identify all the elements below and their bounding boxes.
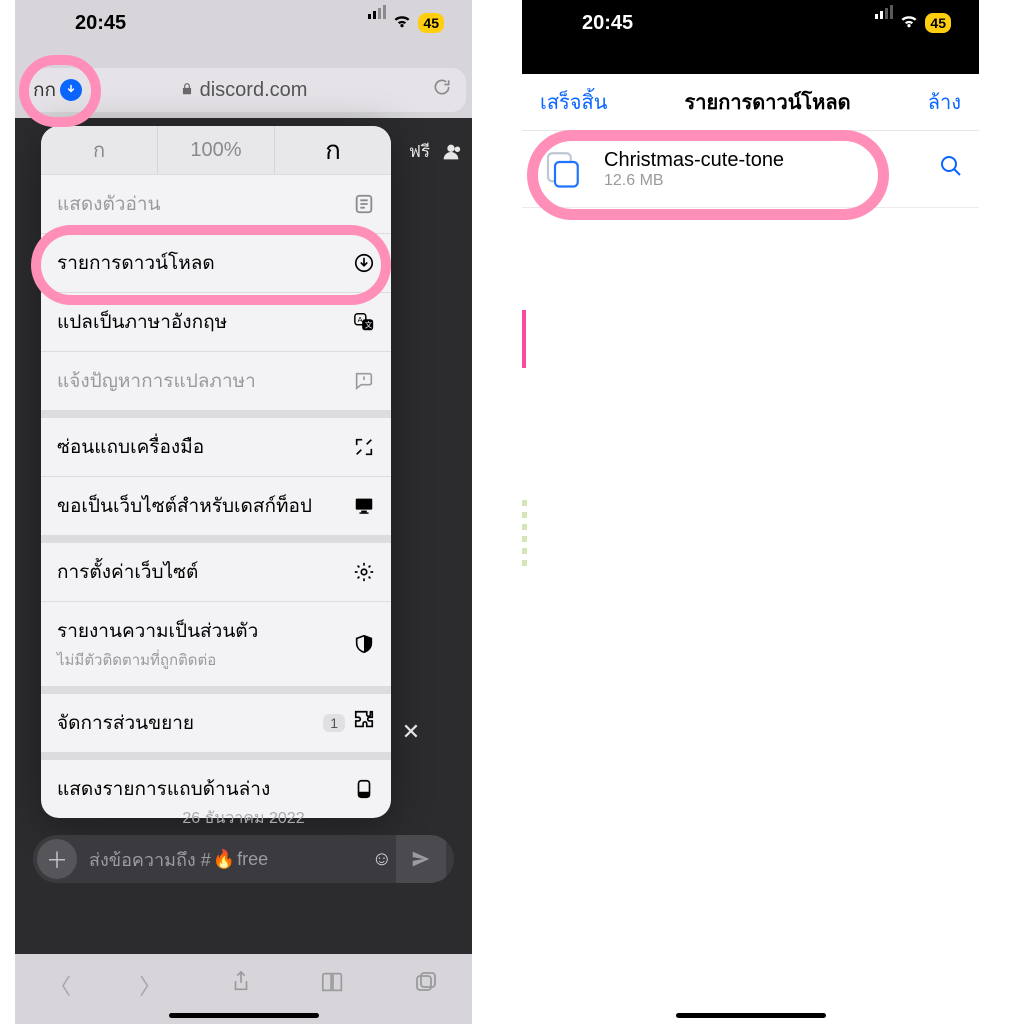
phone-right-downloads-sheet: 20:45 45 เสร็จสิ้น รายการดาวน์โหลด ล้าง [522,0,979,1024]
battery-badge: 45 [925,13,951,33]
status-bar: 20:45 45 [522,0,979,46]
share-icon[interactable] [230,970,252,1000]
status-bar: 20:45 45 [15,0,472,46]
fullscreen-icon [353,436,375,458]
decorative-edge [522,310,526,368]
wifi-icon [899,12,919,35]
close-icon[interactable]: ✕ [394,715,428,749]
emoji-picker-icon[interactable]: ☺ [372,848,392,871]
tabbar-bottom-icon [353,778,375,800]
home-indicator [676,1013,826,1018]
reader-icon [353,193,375,215]
annotation-circle-downloads [31,225,391,305]
bookmarks-icon[interactable] [320,971,346,999]
chat-date-divider: 26 ธันวาคม 2022 [15,806,472,831]
text-larger-button[interactable]: ก [275,126,391,174]
send-button[interactable] [396,835,446,883]
shield-icon [353,633,375,655]
done-button[interactable]: เสร็จสิ้น [540,86,607,118]
attach-plus-icon[interactable]: ＋ [37,839,77,879]
desktop-icon [353,495,375,517]
menu-hide-toolbar[interactable]: ซ่อนแถบเครื่องมือ [41,410,391,476]
menu-manage-extensions[interactable]: จัดการส่วนขยาย 1 [41,686,391,752]
extension-count-badge: 1 [323,714,345,732]
reveal-in-files-icon[interactable] [939,154,963,184]
cellular-icon [368,5,386,42]
cellular-icon [875,5,893,42]
text-smaller-button[interactable]: ก [41,126,158,174]
menu-report-translation[interactable]: แจ้งปัญหาการแปลภาษา [41,351,391,410]
phone-left-safari-menu: 20:45 45 ก ก discord.com ฟรี [15,0,472,1024]
svg-text:文: 文 [365,321,373,330]
puzzle-icon [353,709,375,737]
safari-bottom-toolbar: 〈 〉 [15,958,472,1012]
zoom-value[interactable]: 100% [158,126,275,174]
back-icon[interactable]: 〈 [49,969,71,1001]
annotation-circle-file [527,130,889,220]
reload-icon[interactable] [432,77,452,103]
home-indicator [169,1013,319,1018]
report-icon [353,370,375,392]
tabs-icon[interactable] [414,970,438,1000]
status-time: 20:45 [75,12,126,35]
wifi-icon [392,12,412,35]
decorative-edge [522,500,527,570]
lock-icon [180,79,194,102]
people-icon [440,141,462,163]
clear-button[interactable]: ล้าง [928,86,961,118]
svg-text:A: A [358,315,363,324]
composer-placeholder[interactable]: ส่งข้อความถึง #🔥free [81,845,372,874]
discord-header-fragment: ฟรี [409,138,462,165]
url-text: discord.com [200,79,308,102]
gear-icon [353,561,375,583]
status-time: 20:45 [582,12,633,35]
translate-icon: A文 [353,311,375,333]
message-composer[interactable]: ＋ ส่งข้อความถึง #🔥free ☺ [33,835,454,883]
menu-privacy-report[interactable]: รายงานความเป็นส่วนตัว ไม่มีตัวติดตามที่ถ… [41,601,391,686]
battery-badge: 45 [418,13,444,33]
forward-icon[interactable]: 〉 [139,969,161,1001]
menu-request-desktop[interactable]: ขอเป็นเว็บไซต์สำหรับเดสก์ท็อป [41,476,391,535]
annotation-circle-aa [19,55,101,127]
sheet-title: รายการดาวน์โหลด [685,86,851,118]
menu-website-settings[interactable]: การตั้งค่าเว็บไซต์ [41,535,391,601]
